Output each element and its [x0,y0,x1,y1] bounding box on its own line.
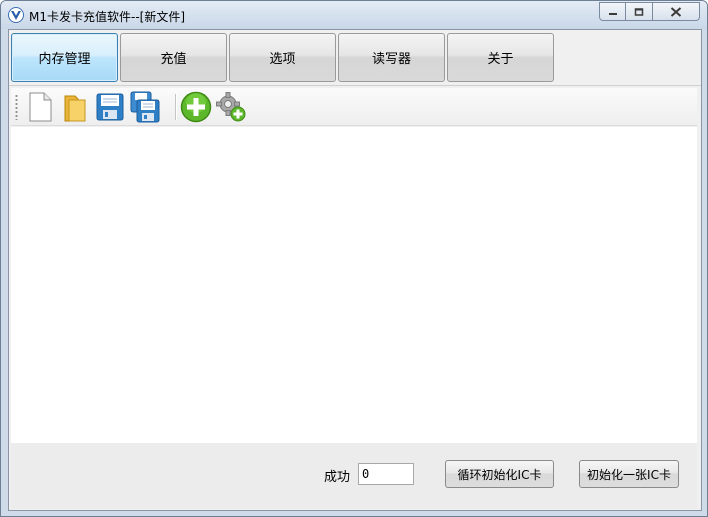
tab-memory-management[interactable]: 内存管理 [11,33,118,82]
loop-init-ic-card-button[interactable]: 循环初始化IC卡 [445,460,554,488]
tab-options[interactable]: 选项 [229,33,336,82]
save-icon [96,93,124,121]
memory-content-area[interactable] [11,127,697,443]
success-label: 成功 [324,470,351,485]
minimize-icon [608,12,617,15]
tab-reader-writer[interactable]: 读写器 [338,33,445,82]
tab-recharge[interactable]: 充值 [120,33,227,82]
maximize-button[interactable] [626,2,653,21]
app-logo-icon [8,7,24,23]
init-one-ic-card-button[interactable]: 初始化一张IC卡 [579,460,679,488]
window-title: M1卡发卡充值软件--[新文件] [29,10,186,24]
save-all-icon [130,91,160,123]
settings-add-button[interactable] [214,90,248,124]
settings-add-icon [216,92,246,122]
main-window: M1卡发卡充值软件--[新文件] 内存管理 充值 选项 读写器 关于 成功 0 … [0,0,708,517]
save-all-button[interactable] [128,90,162,124]
toolbar [11,88,697,126]
tab-label: 内存管理 [38,52,91,67]
toolbar-grip[interactable] [15,94,18,120]
tab-label: 关于 [487,52,514,67]
open-folder-icon [64,95,86,122]
tab-label: 选项 [269,52,296,67]
save-button[interactable] [93,90,127,124]
add-icon [180,91,212,123]
tab-strip: 内存管理 充值 选项 读写器 关于 [9,30,701,86]
add-button[interactable] [179,90,213,124]
close-icon [670,6,682,17]
client-area: 内存管理 充值 选项 读写器 关于 成功 0 循环初始化IC卡 初始化一张IC卡 [8,29,702,511]
close-button[interactable] [653,2,700,21]
tab-label: 充值 [160,52,187,67]
success-count-input[interactable] [358,463,414,485]
bottom-panel: 成功 循环初始化IC卡 初始化一张IC卡 [11,443,697,509]
title-bar[interactable]: M1卡发卡充值软件--[新文件] [1,1,707,29]
tab-about[interactable]: 关于 [447,33,554,82]
tab-label: 读写器 [371,52,411,67]
new-file-button[interactable] [23,90,57,124]
maximize-icon [634,7,644,16]
minimize-button[interactable] [599,2,626,21]
toolbar-separator [175,94,177,120]
new-file-icon [29,92,52,122]
open-file-button[interactable] [58,90,92,124]
